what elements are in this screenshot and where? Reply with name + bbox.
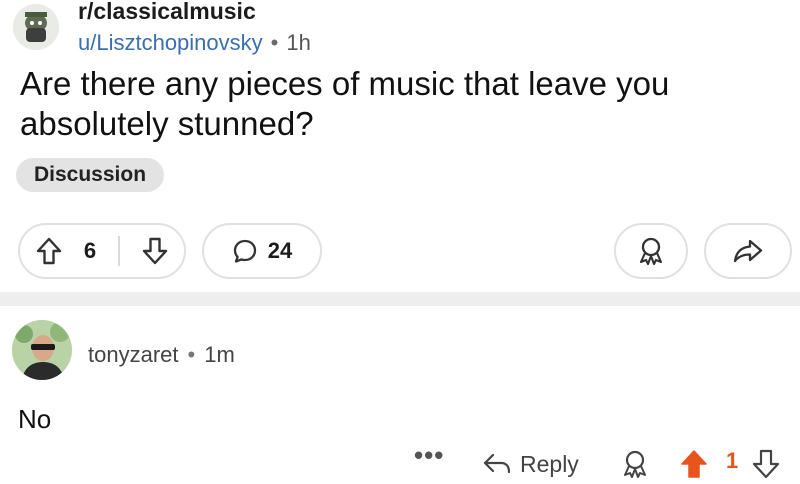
post-time: 1h <box>286 30 311 55</box>
post-vote-count: 6 <box>83 238 97 263</box>
award-button[interactable] <box>614 223 688 279</box>
comment-author[interactable]: tonyzaret <box>88 342 179 367</box>
subreddit-name[interactable]: r/classicalmusic <box>78 0 256 25</box>
share-arrow-icon <box>732 238 764 264</box>
meta-separator: • <box>270 30 279 55</box>
subreddit-avatar[interactable] <box>13 4 59 50</box>
comment-text: No <box>18 404 52 434</box>
post-title[interactable]: Are there any pieces of music that leave… <box>20 64 760 144</box>
comment-upvote-button[interactable] <box>680 444 708 484</box>
reply-arrow-icon <box>482 452 512 476</box>
upvote-icon[interactable] <box>36 237 62 265</box>
reply-button[interactable]: Reply <box>482 444 579 484</box>
comment-count: 24 <box>267 238 293 263</box>
section-divider <box>0 292 800 306</box>
reply-label: Reply <box>520 450 579 477</box>
post-author[interactable]: u/Lisztchopinovsky <box>78 30 263 55</box>
downvote-icon[interactable] <box>142 237 168 265</box>
upvote-filled-icon <box>680 449 708 479</box>
comment-downvote-button[interactable] <box>752 444 780 484</box>
post-meta: u/Lisztchopinovsky • 1h <box>78 30 311 56</box>
comment-more-button[interactable]: ••• <box>414 440 444 471</box>
comment-award-button[interactable] <box>620 444 650 484</box>
comment-meta: tonyzaret • 1m <box>88 342 235 368</box>
downvote-icon <box>752 449 780 479</box>
comment-award-icon <box>620 449 650 479</box>
post-flair[interactable]: Discussion <box>16 158 165 192</box>
comment-bubble-icon <box>232 238 258 264</box>
award-icon <box>636 236 666 266</box>
comments-button[interactable]: 24 <box>202 223 322 279</box>
share-button[interactable] <box>704 223 792 279</box>
comment-meta-separator: • <box>187 342 196 367</box>
comment-score: 1 <box>726 448 739 473</box>
comment-author-avatar[interactable] <box>12 320 72 380</box>
vote-bar: 6 <box>18 223 186 279</box>
vote-divider <box>118 236 121 266</box>
comment-time: 1m <box>204 342 235 367</box>
